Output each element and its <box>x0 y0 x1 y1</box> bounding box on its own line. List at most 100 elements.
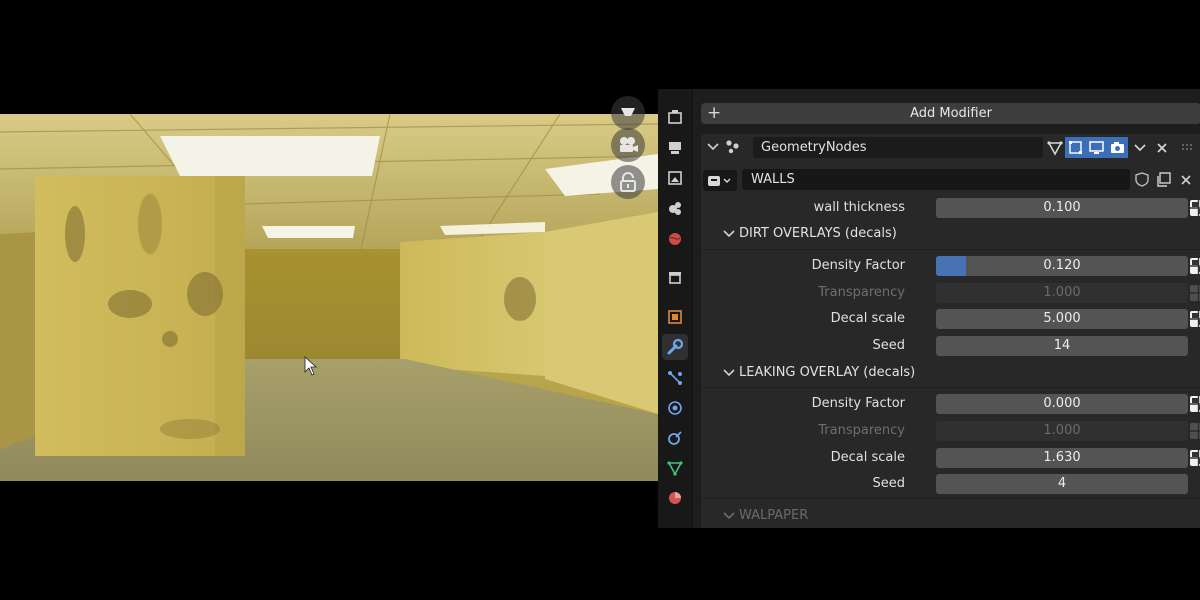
output-icon <box>668 171 682 185</box>
panel-header-dirt-overlays[interactable]: DIRT OVERLAYS (decals) <box>701 222 1200 246</box>
input-attribute-toggle-icon[interactable] <box>1189 284 1200 302</box>
leak-density-factor-slider[interactable]: 0.000 <box>936 394 1188 414</box>
tool-icon <box>668 110 682 124</box>
property-row-seed: Seed 4 <box>701 472 1200 496</box>
property-label: Transparency <box>818 423 905 438</box>
leak-transparency-field[interactable]: 1.000 <box>936 421 1188 441</box>
copy-icon <box>1157 172 1171 187</box>
show-in-render-toggle[interactable] <box>1107 137 1128 158</box>
drag-handle-icon[interactable] <box>1181 143 1195 151</box>
property-row-seed: Seed 14 <box>701 334 1200 358</box>
property-row-wall-thickness: wall thickness 0.100 <box>701 196 1200 220</box>
tab-world[interactable] <box>662 226 688 252</box>
property-label: Transparency <box>818 285 905 300</box>
properties-tabs <box>658 89 692 528</box>
node-tree-icon <box>1046 140 1063 156</box>
dirt-seed-field[interactable]: 14 <box>936 336 1188 356</box>
input-attribute-toggle-icon[interactable] <box>1189 422 1200 440</box>
property-label: Seed <box>872 476 906 491</box>
unlink-node-group-button[interactable] <box>1175 169 1196 190</box>
input-attribute-toggle-icon[interactable] <box>1189 449 1200 467</box>
tab-material[interactable] <box>662 485 688 511</box>
fake-user-button[interactable] <box>1131 169 1152 190</box>
wall-thickness-field[interactable]: 0.100 <box>936 198 1188 218</box>
duplicate-node-group-button[interactable] <box>1153 169 1174 190</box>
add-modifier-button[interactable]: + Add Modifier <box>701 103 1200 124</box>
chevron-down-icon <box>723 369 735 377</box>
lock-view-button[interactable] <box>611 165 645 199</box>
property-row-decal-scale: Decal scale 5.000 <box>701 307 1200 331</box>
render-icon <box>669 142 681 154</box>
tab-particles[interactable] <box>662 365 688 391</box>
geometry-nodes-icon <box>726 140 739 154</box>
dirt-density-factor-slider[interactable]: 0.120 <box>936 256 1188 276</box>
edit-mode-toggle[interactable] <box>1044 137 1065 158</box>
leak-decal-scale-field[interactable]: 1.630 <box>936 448 1188 468</box>
chevron-down-icon <box>723 512 735 520</box>
panel-header-leaking-overlay[interactable]: LEAKING OVERLAY (decals) <box>701 361 1200 385</box>
hand-icon <box>621 108 635 116</box>
panel-divider <box>701 249 1200 250</box>
property-row-transparency: Transparency 1.000 <box>701 419 1200 443</box>
property-row-transparency: Transparency 1.000 <box>701 281 1200 305</box>
property-row-density-factor: Density Factor 0.000 <box>701 392 1200 416</box>
tab-modifiers[interactable] <box>662 334 688 360</box>
input-attribute-toggle-icon[interactable] <box>1189 395 1200 413</box>
tab-output[interactable] <box>662 165 688 191</box>
tab-collection[interactable] <box>662 264 688 290</box>
property-row-density-factor: Density Factor 0.120 <box>701 254 1200 278</box>
node-group-name-field[interactable]: WALLS <box>742 169 1130 190</box>
collapse-chevron-icon[interactable] <box>707 142 719 152</box>
properties-editor: + Add Modifier GeometryNodes WALLS wall … <box>658 89 1200 528</box>
panel-divider <box>701 498 1200 499</box>
input-attribute-toggle-icon[interactable] <box>1189 257 1200 275</box>
modifier-menu-dropdown[interactable] <box>1129 137 1150 158</box>
property-row-decal-scale: Decal scale 1.630 <box>701 446 1200 470</box>
close-icon <box>1156 142 1167 153</box>
input-attribute-toggle-icon[interactable] <box>1189 310 1200 328</box>
panel-header-walpaper[interactable]: WALPAPER <box>701 504 1200 528</box>
node-group-browse-icon <box>708 175 731 186</box>
tab-render[interactable] <box>662 135 688 161</box>
tab-view-layer[interactable] <box>662 195 688 221</box>
show-in-viewport-toggle[interactable] <box>1086 137 1107 158</box>
3d-viewport[interactable] <box>0 114 658 481</box>
dirt-decal-scale-field[interactable]: 5.000 <box>936 309 1188 329</box>
particles-icon <box>668 371 682 385</box>
panel-divider <box>701 387 1200 388</box>
node-group-selector: WALLS <box>701 167 1200 193</box>
physics-icon <box>668 401 682 415</box>
tab-tool[interactable] <box>662 104 688 130</box>
tab-physics[interactable] <box>662 395 688 421</box>
property-label: Decal scale <box>830 450 905 465</box>
plus-icon: + <box>707 103 722 123</box>
close-icon <box>1180 174 1191 185</box>
tab-constraints[interactable] <box>662 425 688 451</box>
show-in-edit-mode-toggle[interactable] <box>1065 137 1086 158</box>
data-icon <box>667 461 683 476</box>
modifier-header: GeometryNodes <box>701 134 1200 164</box>
dirt-transparency-field[interactable]: 1.000 <box>936 283 1188 303</box>
edit-mode-icon <box>1069 141 1082 154</box>
wrench-icon <box>667 338 684 355</box>
property-label: wall thickness <box>813 200 905 215</box>
camera-view-button[interactable] <box>611 128 645 162</box>
slider-fill <box>936 256 967 276</box>
chevron-down-icon <box>723 230 735 238</box>
input-attribute-toggle-icon[interactable] <box>1189 199 1200 217</box>
viewport-nav-button[interactable] <box>611 96 645 130</box>
material-icon <box>669 492 681 504</box>
lock-icon <box>620 172 636 192</box>
modifier-name-field[interactable]: GeometryNodes <box>753 137 1043 158</box>
leak-seed-field[interactable]: 4 <box>936 474 1188 494</box>
property-label: Seed <box>872 338 906 353</box>
object-icon <box>668 310 682 324</box>
remove-modifier-button[interactable] <box>1151 137 1172 158</box>
property-label: Density Factor <box>811 258 905 273</box>
tab-object[interactable] <box>662 304 688 330</box>
constraints-icon <box>668 431 682 445</box>
browse-node-group-button[interactable] <box>703 170 737 191</box>
world-icon <box>669 233 681 245</box>
camera-render-icon <box>1111 142 1124 153</box>
tab-data[interactable] <box>662 455 688 481</box>
